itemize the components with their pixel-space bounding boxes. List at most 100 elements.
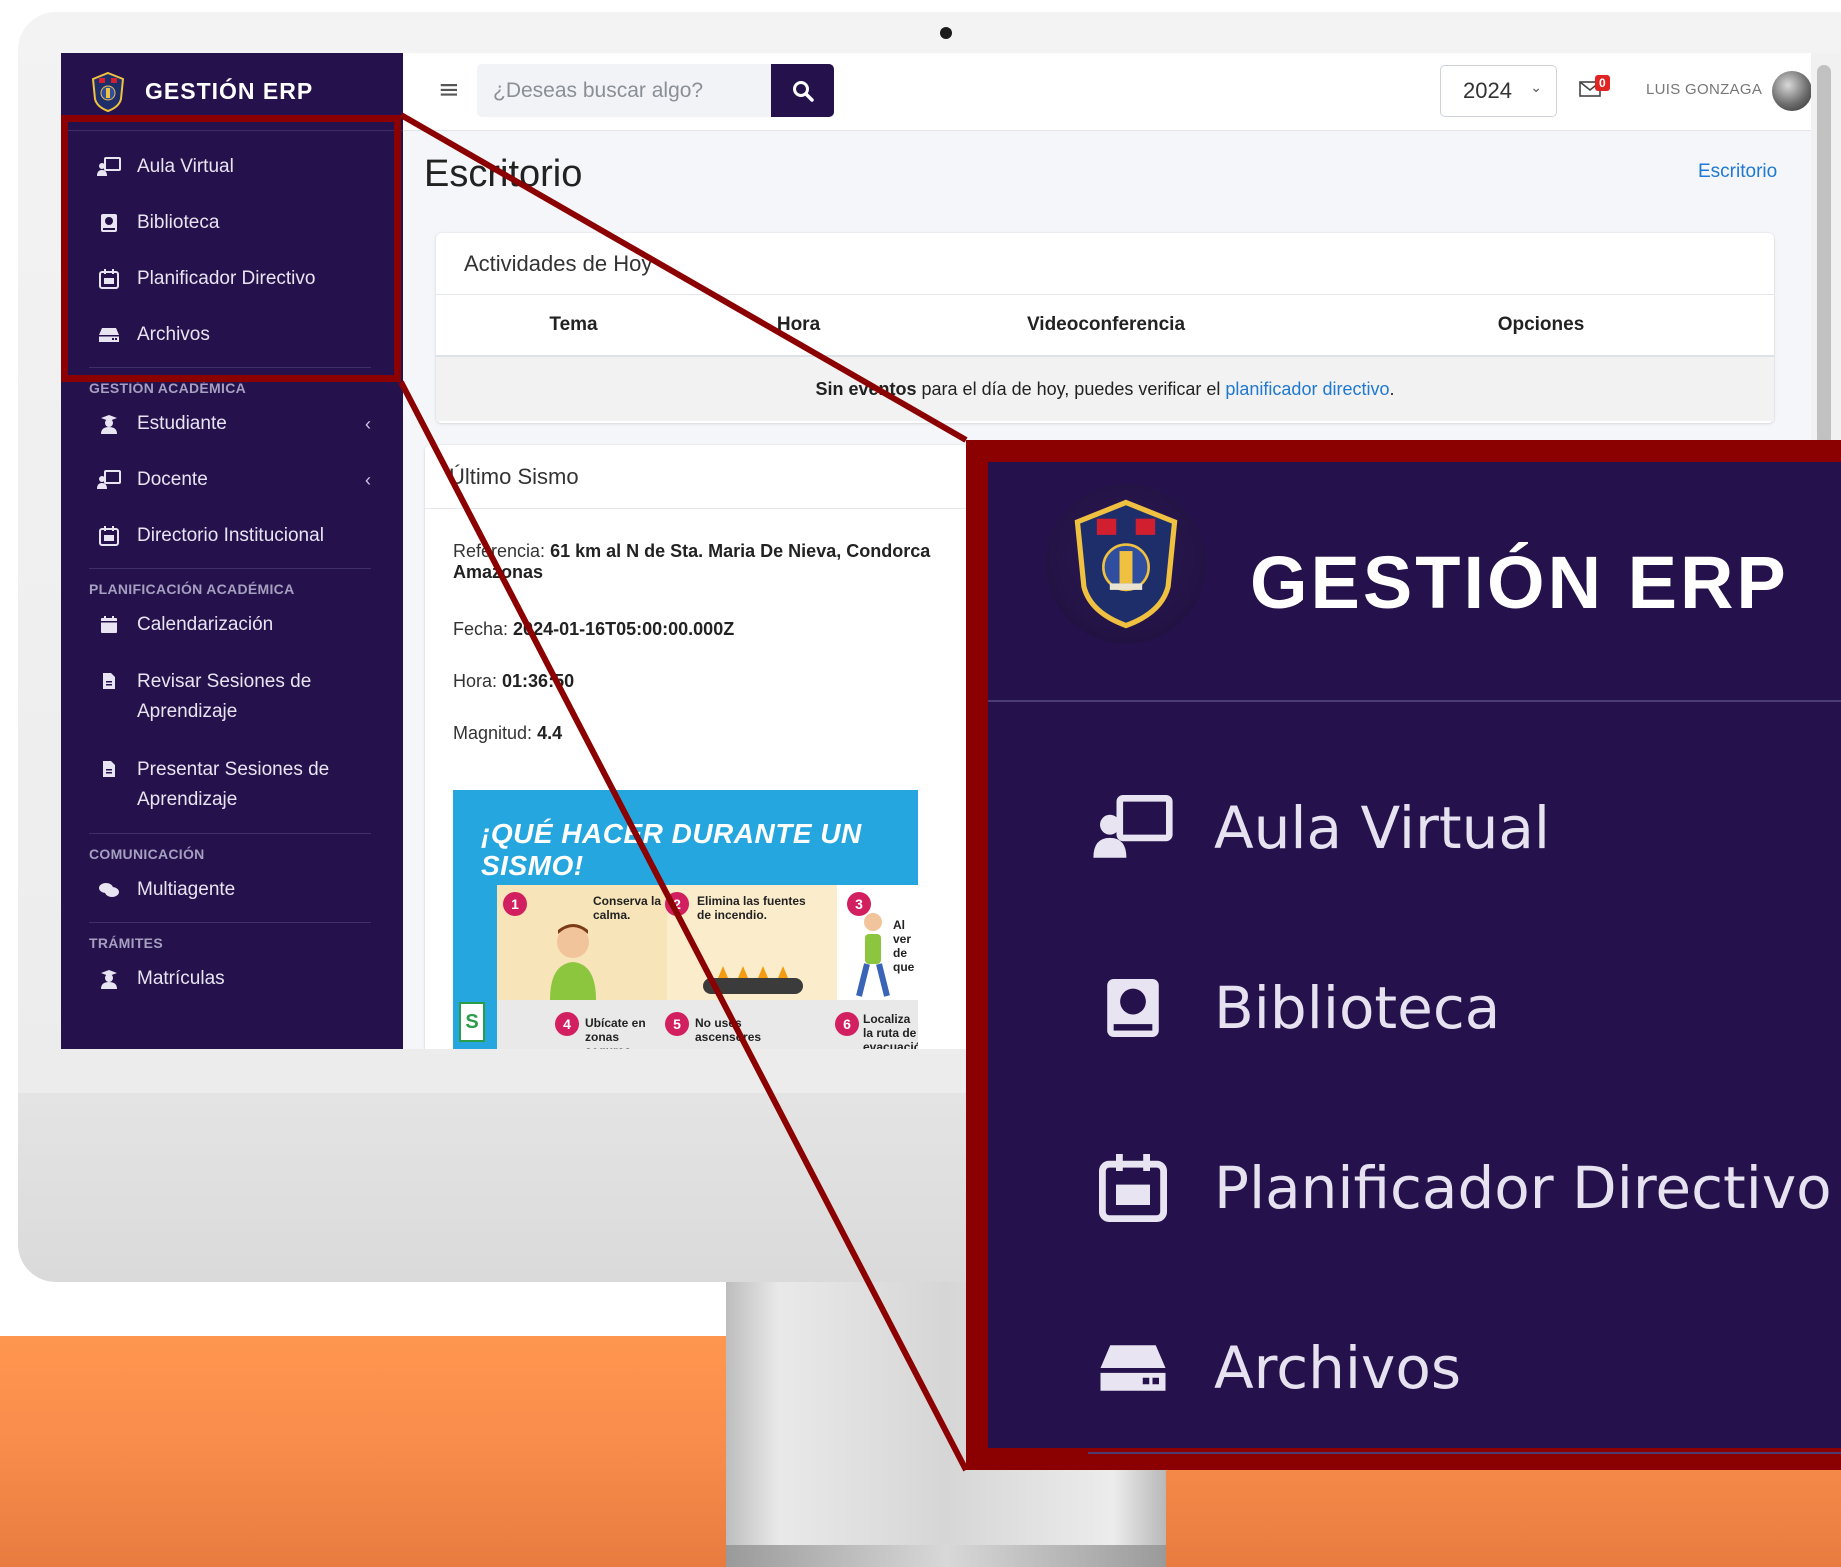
sidebar-item-multiagente[interactable]: Multiagente bbox=[61, 862, 403, 918]
sidebar-item-calendarizacion[interactable]: Calendarización bbox=[61, 597, 403, 653]
activities-card-title: Actividades de Hoy bbox=[436, 233, 1774, 295]
empty-state-text: para el día de hoy, puedes verificar el bbox=[921, 378, 1221, 399]
poster-title: ¡QUÉ HACER DURANTE UN SISMO! bbox=[481, 818, 862, 881]
safe-zone-sign-icon: S bbox=[459, 1002, 485, 1042]
calendar-icon bbox=[97, 268, 121, 290]
magnitud-line: Magnitud: 4.4 bbox=[453, 723, 562, 744]
sidebar-item-biblioteca[interactable]: Biblioteca bbox=[61, 195, 403, 251]
step-text: Elimina las fuentes de incendio. bbox=[697, 894, 806, 922]
sidebar-item-planificador-directivo[interactable]: Planificador Directivo bbox=[61, 251, 403, 307]
step-text: No uses ascensores bbox=[695, 1016, 762, 1044]
zoom-brand-title: GESTIÓN ERP bbox=[1250, 541, 1789, 624]
step-number: 1 bbox=[503, 892, 527, 916]
step-text: Conserva la calma. bbox=[593, 894, 662, 922]
sidebar-item-label: Archivos bbox=[137, 324, 210, 345]
sidebar-item-presentar-sesiones[interactable]: Presentar Sesiones de Aprendizaje bbox=[61, 741, 403, 829]
breadcrumb[interactable]: Escritorio bbox=[1698, 161, 1777, 183]
chevron-left-icon[interactable]: ‹ bbox=[365, 414, 371, 435]
page-title: Escritorio bbox=[424, 153, 583, 195]
zoom-logo-wrap bbox=[1046, 484, 1206, 644]
empty-state-bold: Sin eventos bbox=[815, 378, 917, 399]
shield-logo-icon bbox=[91, 71, 125, 112]
zoom-item-planificador-directivo[interactable]: Planificador Directivo bbox=[988, 1138, 1841, 1238]
user-graduate-icon bbox=[97, 968, 121, 990]
step-text: Al ver de que bbox=[893, 918, 915, 974]
search-button[interactable] bbox=[771, 64, 834, 117]
sidebar-item-matriculas[interactable]: Matrículas bbox=[61, 951, 403, 1007]
sidebar-item-estudiante[interactable]: Estudiante ‹ bbox=[61, 396, 403, 452]
sidebar-item-docente[interactable]: Docente ‹ bbox=[61, 452, 403, 508]
activities-table-header: Tema Hora Videoconferencia Opciones bbox=[436, 295, 1774, 357]
step-number: 4 bbox=[555, 1012, 579, 1036]
sidebar-item-revisar-sesiones[interactable]: Revisar Sesiones de Aprendizaje bbox=[61, 653, 403, 741]
sidebar-item-label: Estudiante bbox=[137, 413, 227, 434]
section-gestion-academica: GESTIÓN ACADÉMICA bbox=[89, 380, 247, 396]
column-header: Opciones bbox=[1497, 314, 1585, 335]
sidebar-item-aula-virtual[interactable]: Aula Virtual bbox=[61, 139, 403, 195]
hamburger-menu-icon[interactable]: ≡ bbox=[438, 75, 460, 105]
section-planificacion-academica: PLANIFICACIÓN ACADÉMICA bbox=[89, 581, 295, 597]
year-select[interactable]: 2024 ⌄ bbox=[1440, 65, 1557, 117]
hora-value: 01:36:50 bbox=[502, 671, 575, 691]
chalkboard-teacher-icon bbox=[97, 469, 121, 491]
zoom-item-biblioteca[interactable]: Biblioteca bbox=[988, 958, 1841, 1058]
sidebar-item-label: Aula Virtual bbox=[137, 156, 234, 177]
scrollbar-thumb[interactable] bbox=[1817, 65, 1831, 445]
zoom-panel: GESTIÓN ERP Aula Virtual Biblioteca Plan… bbox=[966, 440, 1841, 1470]
empty-state-end: . bbox=[1389, 378, 1395, 399]
referencia-value-2: Amazonas bbox=[453, 562, 544, 582]
zoom-item-aula-virtual[interactable]: Aula Virtual bbox=[988, 778, 1841, 878]
step-text: Localiza la ruta de evacuación. bbox=[863, 1012, 918, 1049]
zoom-brand[interactable]: GESTIÓN ERP bbox=[988, 462, 1841, 702]
sidebar-item-label: Calendarización bbox=[137, 614, 274, 635]
search-input[interactable] bbox=[477, 64, 771, 117]
step-number: 2 bbox=[665, 892, 689, 916]
sidebar: GESTIÓN ERP Aula Virtual Biblioteca Plan… bbox=[61, 53, 403, 1049]
section-comunicacion: COMUNICACIÓN bbox=[89, 846, 205, 862]
zoom-item-label: Planificador Directivo bbox=[1214, 1154, 1832, 1222]
zoom-item-label: Biblioteca bbox=[1214, 974, 1501, 1042]
comments-icon bbox=[97, 879, 121, 901]
book-icon bbox=[97, 212, 121, 234]
sidebar-item-label: Biblioteca bbox=[137, 212, 220, 233]
fecha-value: 2024-01-16T05:00:00.000Z bbox=[513, 619, 735, 639]
file-icon bbox=[97, 758, 121, 780]
user-graduate-icon bbox=[97, 413, 121, 435]
earthquake-poster: ¡QUÉ HACER DURANTE UN SISMO! 1 Conserva … bbox=[453, 790, 918, 1049]
hdd-icon bbox=[1088, 1328, 1178, 1408]
sidebar-item-directorio-institucional[interactable]: Directorio Institucional bbox=[61, 508, 403, 564]
sidebar-item-label: Planificador Directivo bbox=[137, 268, 316, 289]
svg-text:S: S bbox=[465, 1011, 478, 1033]
book-icon bbox=[1088, 968, 1178, 1048]
mail-button[interactable]: 0 bbox=[1579, 75, 1619, 103]
hora-label: Hora: bbox=[453, 671, 498, 691]
shield-logo-icon bbox=[1074, 499, 1178, 629]
monitor-stand-base bbox=[726, 1545, 1166, 1567]
search-icon bbox=[792, 80, 814, 102]
zoom-item-archivos[interactable]: Archivos bbox=[988, 1318, 1841, 1418]
brand[interactable]: GESTIÓN ERP bbox=[61, 53, 403, 131]
sidebar-item-label: Directorio Institucional bbox=[137, 525, 324, 546]
sidebar-item-label: Revisar Sesiones de Aprendizaje bbox=[137, 671, 312, 722]
referencia-line: Referencia: 61 km al N de Sta. Maria De … bbox=[453, 541, 930, 583]
sidebar-item-label: Multiagente bbox=[137, 879, 236, 900]
hora-line: Hora: 01:36:50 bbox=[453, 671, 574, 692]
sidebar-item-archivos[interactable]: Archivos bbox=[61, 307, 403, 363]
year-select-value: 2024 bbox=[1463, 78, 1512, 103]
mail-count-badge: 0 bbox=[1595, 75, 1610, 91]
step-text: Ubícate en zonas seguras. bbox=[585, 1016, 646, 1049]
walking-person-illustration bbox=[856, 913, 890, 997]
fecha-line: Fecha: 2024-01-16T05:00:00.000Z bbox=[453, 619, 734, 640]
table-row: Sin eventos para el día de hoy, puedes v… bbox=[436, 357, 1774, 421]
zoom-item-label: Archivos bbox=[1214, 1334, 1462, 1402]
top-navbar: ≡ 2024 ⌄ 0 LUIS GONZAGA ▼ bbox=[403, 53, 1841, 131]
referencia-value: 61 km al N de Sta. Maria De Nieva, Condo… bbox=[550, 541, 931, 561]
planificador-link[interactable]: planificador directivo bbox=[1225, 379, 1389, 400]
chevron-left-icon[interactable]: ‹ bbox=[365, 470, 371, 491]
calendar-alt-icon bbox=[97, 614, 121, 636]
calm-person-illustration bbox=[550, 924, 596, 1000]
avatar[interactable] bbox=[1772, 71, 1812, 111]
user-name[interactable]: LUIS GONZAGA bbox=[1646, 81, 1762, 98]
magnitud-label: Magnitud: bbox=[453, 723, 533, 743]
zoom-item-label: Aula Virtual bbox=[1214, 794, 1551, 862]
